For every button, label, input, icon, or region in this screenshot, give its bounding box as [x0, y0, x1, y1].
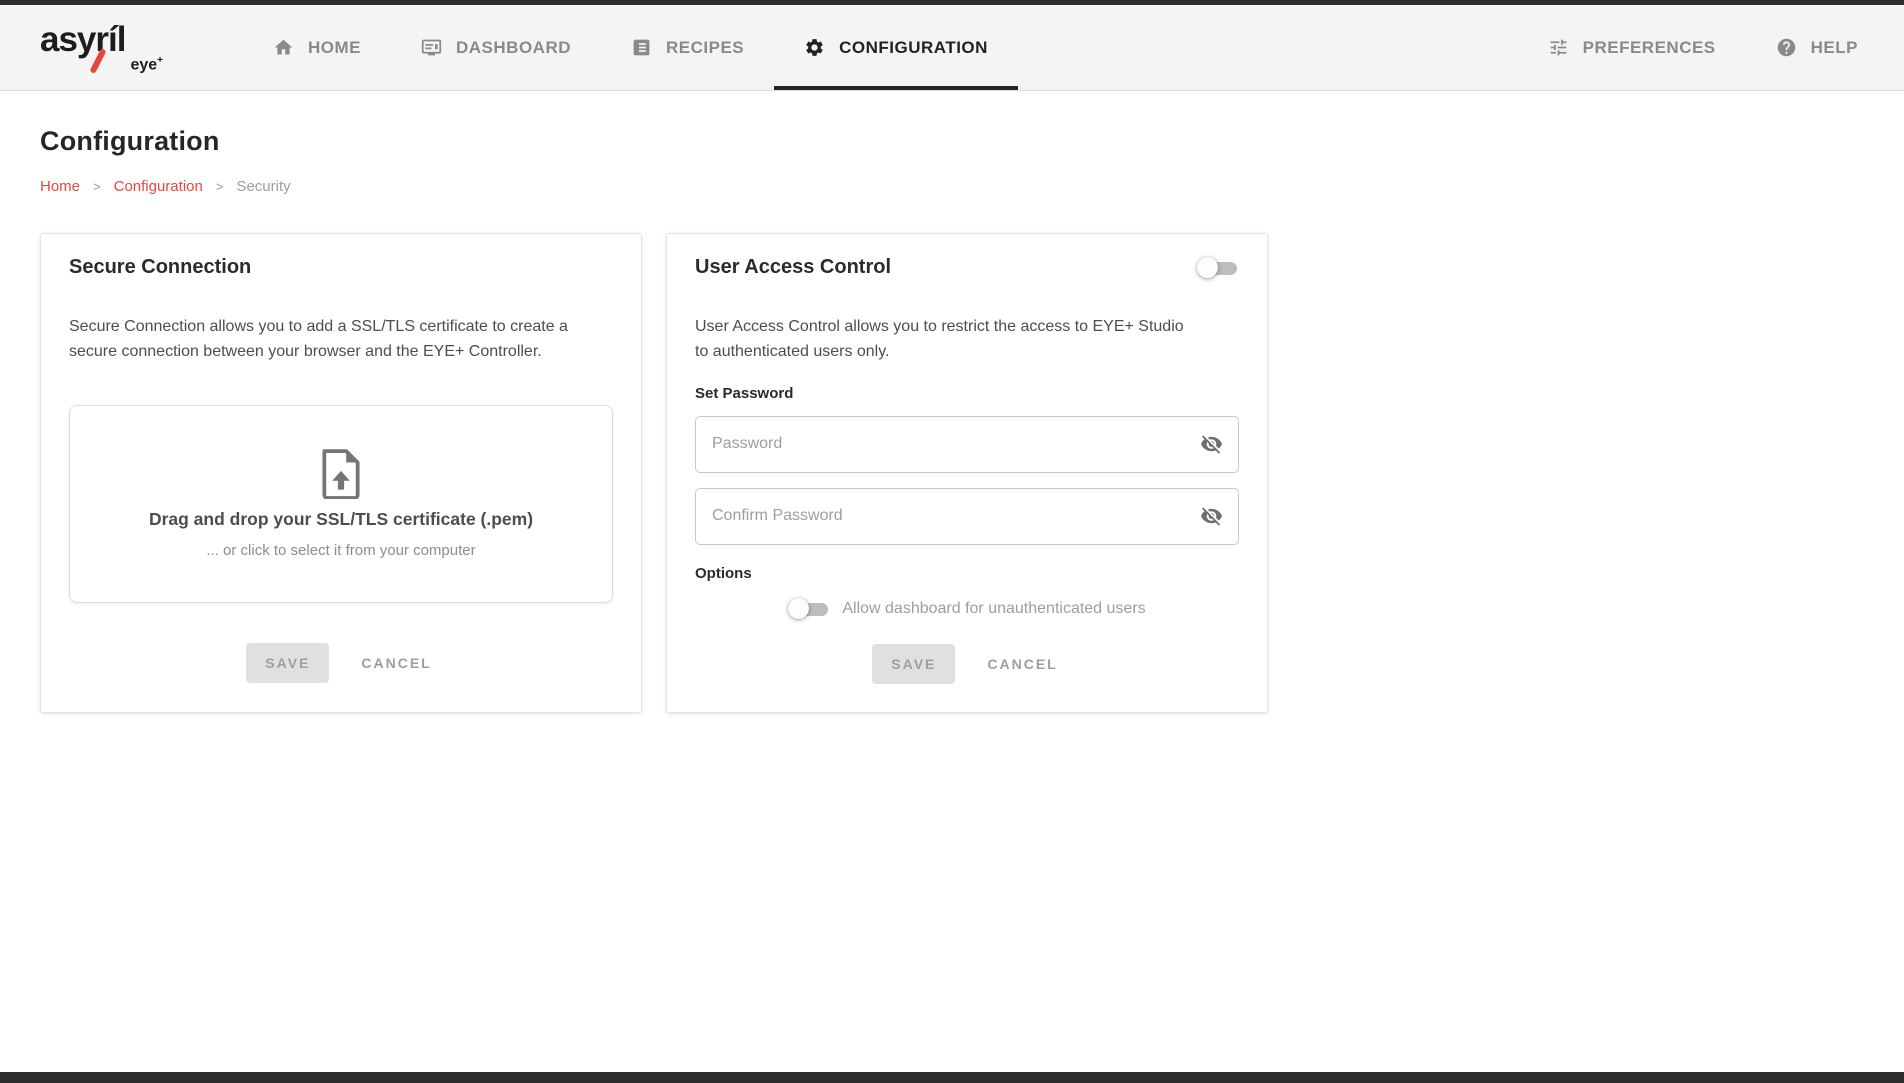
- toggle-knob: [788, 598, 809, 619]
- cards-row: Secure Connection Secure Connection allo…: [40, 233, 1864, 713]
- allow-dashboard-toggle[interactable]: [788, 598, 830, 620]
- gear-icon: [804, 37, 825, 58]
- bottom-bar: [0, 1072, 1904, 1083]
- preferences-icon: [1548, 37, 1569, 58]
- eye-off-icon: [1200, 505, 1223, 528]
- help-icon: [1776, 37, 1797, 58]
- secure-connection-card: Secure Connection Secure Connection allo…: [40, 233, 642, 713]
- options-label: Options: [695, 565, 1239, 582]
- set-password-label: Set Password: [695, 385, 1239, 402]
- user-access-control-description: User Access Control allows you to restri…: [695, 315, 1195, 365]
- file-upload-icon: [320, 449, 362, 499]
- secure-connection-save-button[interactable]: SAVE: [246, 643, 329, 683]
- app-header: asyríl eye+ HOME DASHBOARD RECIPES CONFI…: [0, 5, 1904, 91]
- main-navigation: HOME DASHBOARD RECIPES CONFIGURATION: [243, 5, 1018, 90]
- secure-connection-cancel-button[interactable]: CANCEL: [357, 643, 435, 683]
- dropzone-sub-text: ... or click to select it from your comp…: [206, 542, 475, 559]
- eye-plus-studio-window: asyríl eye+ HOME DASHBOARD RECIPES CONFI…: [0, 0, 1904, 1083]
- user-access-control-toggle[interactable]: [1197, 257, 1239, 279]
- tab-configuration[interactable]: CONFIGURATION: [774, 5, 1018, 90]
- header-right-navigation: PREFERENCES HELP: [1518, 5, 1888, 90]
- configuration-page: Configuration Home > Configuration > Sec…: [0, 126, 1904, 713]
- user-access-control-actions: SAVE CANCEL: [695, 644, 1239, 684]
- user-access-control-save-button[interactable]: SAVE: [872, 644, 955, 684]
- dropzone-main-text: Drag and drop your SSL/TLS certificate (…: [149, 509, 533, 530]
- tab-recipes[interactable]: RECIPES: [601, 5, 774, 90]
- secure-connection-description: Secure Connection allows you to add a SS…: [69, 315, 609, 365]
- page-title: Configuration: [40, 126, 1864, 157]
- secure-connection-title: Secure Connection: [69, 256, 613, 279]
- asyril-logo: asyríl eye+: [40, 22, 165, 73]
- user-access-control-title: User Access Control: [695, 256, 891, 279]
- home-icon: [273, 37, 294, 58]
- breadcrumb-separator: >: [93, 179, 101, 194]
- confirm-password-visibility-button[interactable]: [1196, 501, 1227, 532]
- breadcrumb: Home > Configuration > Security: [40, 178, 1864, 195]
- confirm-password-field-wrap: [695, 488, 1239, 545]
- secure-connection-actions: SAVE CANCEL: [69, 643, 613, 683]
- user-access-control-card: User Access Control User Access Control …: [666, 233, 1268, 713]
- breadcrumb-security: Security: [236, 178, 290, 195]
- tab-dashboard-label: DASHBOARD: [456, 38, 571, 58]
- user-access-control-cancel-button[interactable]: CANCEL: [983, 644, 1061, 684]
- preferences-button[interactable]: PREFERENCES: [1518, 5, 1746, 90]
- recipes-icon: [631, 37, 652, 58]
- breadcrumb-configuration[interactable]: Configuration: [114, 178, 203, 195]
- password-input[interactable]: [695, 416, 1239, 473]
- tab-home[interactable]: HOME: [243, 5, 391, 90]
- password-field-wrap: [695, 416, 1239, 473]
- eye-off-icon: [1200, 433, 1223, 456]
- breadcrumb-home[interactable]: Home: [40, 178, 80, 195]
- tab-home-label: HOME: [308, 38, 361, 58]
- allow-dashboard-option-row: Allow dashboard for unauthenticated user…: [695, 598, 1239, 620]
- certificate-dropzone[interactable]: Drag and drop your SSL/TLS certificate (…: [69, 405, 613, 603]
- password-visibility-button[interactable]: [1196, 429, 1227, 460]
- tab-configuration-label: CONFIGURATION: [839, 38, 988, 58]
- toggle-knob: [1197, 257, 1218, 278]
- help-button[interactable]: HELP: [1746, 5, 1888, 90]
- confirm-password-input[interactable]: [695, 488, 1239, 545]
- tab-dashboard[interactable]: DASHBOARD: [391, 5, 601, 90]
- allow-dashboard-toggle-label: Allow dashboard for unauthenticated user…: [842, 600, 1145, 618]
- dashboard-icon: [421, 37, 442, 58]
- tab-recipes-label: RECIPES: [666, 38, 744, 58]
- preferences-label: PREFERENCES: [1583, 38, 1716, 58]
- breadcrumb-separator: >: [216, 179, 224, 194]
- help-label: HELP: [1811, 38, 1858, 58]
